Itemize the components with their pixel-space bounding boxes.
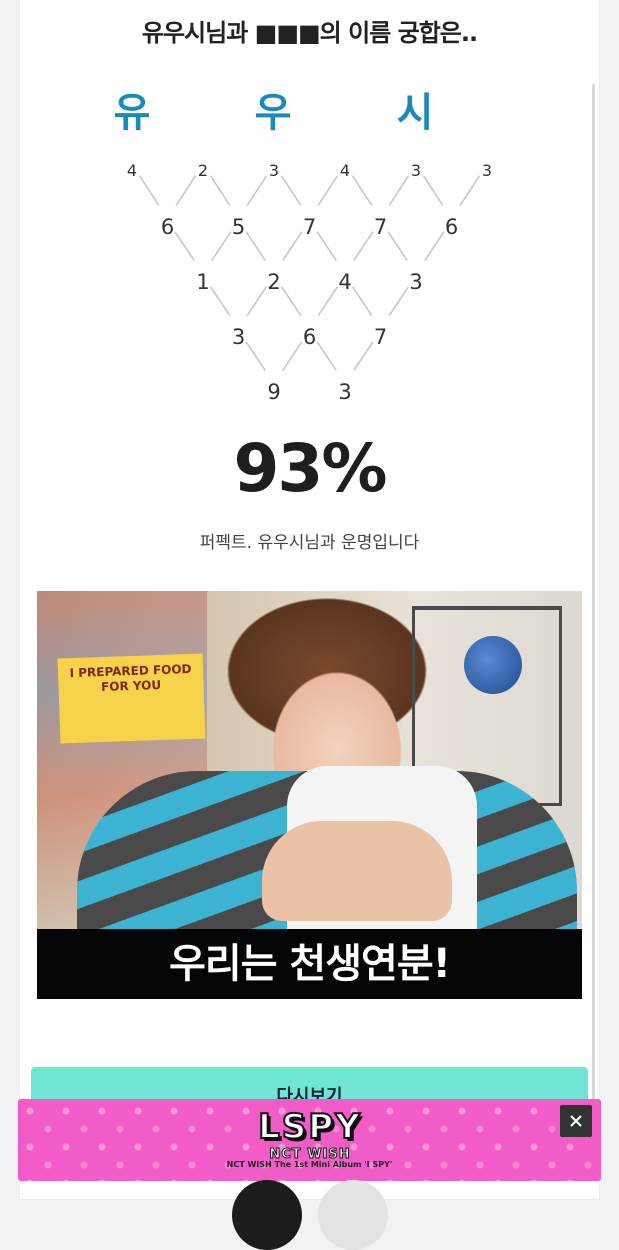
triangle-connector	[317, 286, 339, 317]
triangle-number: 7	[374, 325, 387, 349]
triangle-number: 2	[267, 270, 280, 294]
triangle-number: 6	[445, 215, 458, 239]
triangle-number: 3	[411, 161, 421, 180]
photo-globe	[464, 636, 522, 694]
photo-caption: 우리는 천생연분!	[37, 929, 582, 999]
triangle-connector	[282, 341, 303, 372]
triangle-number: 3	[482, 161, 492, 180]
ad-logo-sub: NCT WISH	[269, 1147, 351, 1163]
triangle-number: 5	[232, 215, 245, 239]
ad-close-button[interactable]	[560, 1105, 592, 1137]
triangle-number: 3	[338, 380, 351, 404]
triangle-connector	[246, 175, 268, 206]
bottom-nav-button-light[interactable]	[318, 1180, 388, 1250]
triangle-connector	[280, 286, 302, 317]
triangle-number: 3	[409, 270, 422, 294]
result-message: 퍼펙트. 유우시님과 운명입니다	[199, 533, 420, 553]
triangle-connector	[351, 175, 373, 206]
triangle-number: 6	[303, 325, 316, 349]
close-icon	[570, 1115, 582, 1127]
ad-logo: LSPY NCT WISH	[230, 1105, 390, 1163]
triangle-connector	[282, 231, 303, 262]
triangle-number: 9	[267, 380, 280, 404]
triangle-connector	[424, 231, 445, 262]
triangle-number: 4	[127, 161, 137, 180]
triangle-connector	[316, 341, 337, 372]
triangle-connector	[209, 175, 231, 206]
photo-heart-hands	[262, 821, 452, 921]
triangle-connector	[174, 231, 195, 262]
triangle-connector	[459, 175, 481, 206]
triangle-connector	[245, 231, 266, 262]
triangle-connector	[422, 175, 444, 206]
photo-poster: I PREPARED FOOD FOR YOU	[57, 653, 206, 744]
triangle-connector	[351, 286, 373, 317]
triangle-number: 4	[340, 161, 350, 180]
triangle-connector	[138, 175, 160, 206]
triangle-number: 3	[269, 161, 279, 180]
triangle-connector	[211, 231, 232, 262]
triangle-number: 2	[198, 161, 208, 180]
stroke-triangle: 4 2 3 4 3 3 6 5 7 7 6 1 2 4 3 3 6 7 9 3	[127, 161, 492, 404]
compatibility-percent: 93%	[233, 430, 388, 507]
triangle-number: 1	[196, 270, 209, 294]
triangle-number: 4	[338, 270, 351, 294]
triangle-connector	[317, 175, 339, 206]
triangle-number: 7	[303, 215, 316, 239]
triangle-connector	[280, 175, 302, 206]
triangle-connector	[387, 231, 408, 262]
ad-caption: NCT WISH The 1st Mini Album 'I SPY'	[226, 1160, 393, 1169]
triangle-connector	[245, 341, 266, 372]
triangle-connector	[316, 231, 337, 262]
triangle-connector	[388, 286, 410, 317]
triangle-connector	[353, 231, 374, 262]
result-photo: I PREPARED FOOD FOR YOU 우리는 천생연분!	[37, 591, 582, 999]
triangle-number: 7	[374, 215, 387, 239]
triangle-number: 6	[161, 215, 174, 239]
triangle-number: 3	[232, 325, 245, 349]
ad-banner[interactable]: LSPY NCT WISH NCT WISH The 1st Mini Albu…	[18, 1099, 601, 1181]
triangle-connector	[388, 175, 410, 206]
triangle-connector	[353, 341, 374, 372]
bottom-nav-button-dark[interactable]	[232, 1180, 302, 1250]
triangle-connector	[175, 175, 197, 206]
triangle-connector	[246, 286, 268, 317]
triangle-connector	[209, 286, 231, 317]
